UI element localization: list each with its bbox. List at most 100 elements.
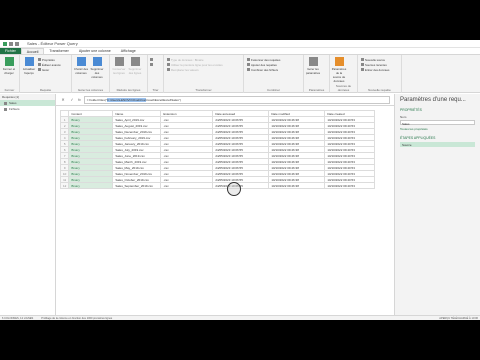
tab-home[interactable]: Accueil <box>20 48 45 54</box>
data-preview-area: ✕ ✓ fx = Folder.Files("C:\Users\LENOVO\O… <box>56 94 394 315</box>
formula-highlight: C:\Users\LENOVO\OneDrive\ <box>106 98 147 102</box>
quick-access-toolbar <box>3 41 19 46</box>
group-data-sources: Paramètres de la source de données Sourc… <box>330 55 358 93</box>
group-close: Fermer et charger Fermer <box>0 55 20 93</box>
data-source-settings-label: Paramètres de la source de données <box>331 67 347 83</box>
manage-parameters-label: Gérer les paramètres <box>305 67 321 75</box>
remove-columns-label: Supprimer des colonnes <box>90 67 104 79</box>
fx-icon: fx <box>78 97 81 102</box>
undo-icon[interactable] <box>15 41 19 46</box>
query-item-fichiers-label: Fichiers <box>9 107 20 111</box>
manage-button[interactable]: Gérer <box>38 67 61 72</box>
manage-icon <box>38 68 41 71</box>
query-item-sales-label: Sales <box>9 101 17 105</box>
advanced-editor-label: Éditeur avancé <box>42 62 61 67</box>
append-icon <box>247 63 250 66</box>
title-bar: Sales - Éditeur Power Query <box>0 40 480 48</box>
keep-rows-label: Conserver les lignes <box>112 67 126 75</box>
group-sort: Trier <box>148 55 164 93</box>
data-type-label: Type de données : Binaire <box>171 57 204 62</box>
group-label-sort: Trier <box>152 88 159 92</box>
combine-files-label: Combiner des fichiers <box>251 67 279 72</box>
group-manage-columns: Choisir des colonnes Supprimer des colon… <box>72 55 110 93</box>
refresh-preview-label: Actualiser l'aperçu <box>22 67 36 75</box>
group-reduce-rows: Conserver les lignes Supprimer des ligne… <box>110 55 148 93</box>
sort-desc-button[interactable] <box>150 62 161 67</box>
recent-sources-label: Sources récentes <box>365 62 387 67</box>
cancel-formula-icon[interactable]: ✕ <box>60 97 66 102</box>
manage-parameters-button[interactable]: Gérer les paramètres <box>306 57 320 75</box>
workspace: Requêtes [1] Sales Fichiers ✕ ✓ fx = Fol… <box>0 94 480 315</box>
replace-values-label: Remplacer les valeurs <box>171 67 199 72</box>
group-transform: Type de données : Binaire Utiliser la pr… <box>164 55 244 93</box>
properties-section: PROPRIÉTÉS <box>400 108 422 112</box>
properties-icon <box>38 58 41 61</box>
mouse-cursor-highlight <box>227 182 241 196</box>
combine-files-icon <box>247 68 250 71</box>
remove-columns-icon <box>92 57 102 66</box>
confirm-formula-icon[interactable]: ✓ <box>69 97 75 102</box>
recent-sources-icon <box>361 63 364 66</box>
tab-view[interactable]: Affichage <box>116 48 141 54</box>
table-cell[interactable]: .csv <box>160 182 214 189</box>
tab-file[interactable]: Fichier <box>0 48 21 54</box>
table-icon <box>4 107 7 111</box>
grid-body: 1 Binary Sales_April_2019.csv .csv 24/05/202… <box>59 116 376 189</box>
advanced-editor-button[interactable]: Éditeur avancé <box>38 62 61 67</box>
headers-icon <box>167 63 170 66</box>
advanced-editor-icon <box>38 63 41 66</box>
keep-rows-icon <box>114 57 124 66</box>
query-name-input[interactable]: Sales <box>400 120 475 126</box>
name-label: Nom <box>400 115 407 119</box>
row-number[interactable]: 12 <box>59 182 70 189</box>
applied-steps-section: ÉTAPES APPLIQUÉES <box>400 136 436 140</box>
table-cell[interactable]: 10/10/2022 09:40:53 <box>324 182 376 189</box>
data-source-settings-button[interactable]: Paramètres de la source de données <box>332 57 346 83</box>
group-label-close: Fermer <box>4 88 15 92</box>
formula-rest: CoachExcel\Excel\Sales") <box>146 98 181 102</box>
group-label-reduce-rows: Réduire les lignes <box>116 88 141 92</box>
query-item-fichiers[interactable]: Fichiers <box>0 106 55 112</box>
group-label-new-query: Nouvelle requête <box>368 88 391 92</box>
replace-values-button[interactable]: Remplacer les valeurs <box>167 67 241 72</box>
group-label-transform: Transformer <box>195 88 212 92</box>
data-type-icon <box>167 58 170 61</box>
close-load-button[interactable]: Fermer et charger <box>2 57 16 75</box>
ribbon-tabs: Fichier Accueil Transformer Ajouter une … <box>0 48 480 55</box>
table-cell[interactable]: Sales_September_2019.csv <box>112 182 162 189</box>
sort-descending-icon <box>150 63 153 66</box>
manage-label: Gérer <box>42 67 50 72</box>
formula-input[interactable]: = Folder.Files("C:\Users\LENOVO\OneDrive… <box>83 95 390 104</box>
append-queries-label: Ajouter des requêtes <box>251 62 277 67</box>
close-load-icon <box>4 57 14 66</box>
query-settings-title: Paramètres d'une requ... <box>400 97 466 103</box>
table-cell[interactable]: Binary <box>68 182 114 189</box>
new-source-label: Nouvelle source <box>365 57 386 62</box>
combine-files-button[interactable]: Combiner des fichiers <box>247 67 301 72</box>
status-preview-time: APERÇU TÉLÉCHARGÉ À 10:06 <box>439 316 478 320</box>
parameters-icon <box>308 57 318 66</box>
excel-logo-icon <box>3 41 7 46</box>
choose-columns-icon <box>76 57 86 66</box>
tab-add-column[interactable]: Ajouter une colonne <box>74 48 116 54</box>
data-source-icon <box>334 57 344 66</box>
enter-data-button[interactable]: Entrer des données <box>361 67 399 72</box>
close-load-label: Fermer et charger <box>2 67 16 75</box>
power-query-window: Sales - Éditeur Power Query Fichier Accu… <box>0 40 480 320</box>
tab-transform[interactable]: Transformer <box>44 48 73 54</box>
window-title: Sales - Éditeur Power Query <box>27 41 78 46</box>
save-icon[interactable] <box>9 41 13 46</box>
merge-queries-label: Fusionner des requêtes <box>251 57 281 62</box>
status-bar: 6 COLONNES, 12 LIGNES Profilage de la co… <box>0 315 480 320</box>
table-cell[interactable]: 10/10/2022 09:46:38 <box>268 182 326 189</box>
use-first-row-label: Utiliser la première ligne pour les en-t… <box>171 62 223 67</box>
group-label-combine: Combiner <box>266 88 280 92</box>
enter-data-icon <box>361 68 364 71</box>
enter-data-label: Entrer des données <box>365 67 390 72</box>
remove-rows-icon <box>130 57 140 66</box>
all-properties-link[interactable]: Toutes les propriétés <box>400 127 475 131</box>
group-combine: Fusionner des requêtes Ajouter des requê… <box>244 55 304 93</box>
table-icon <box>4 101 7 105</box>
data-grid: Content Name Extension Date accessed Dat… <box>59 110 376 189</box>
applied-step-source[interactable]: Source <box>400 142 475 147</box>
